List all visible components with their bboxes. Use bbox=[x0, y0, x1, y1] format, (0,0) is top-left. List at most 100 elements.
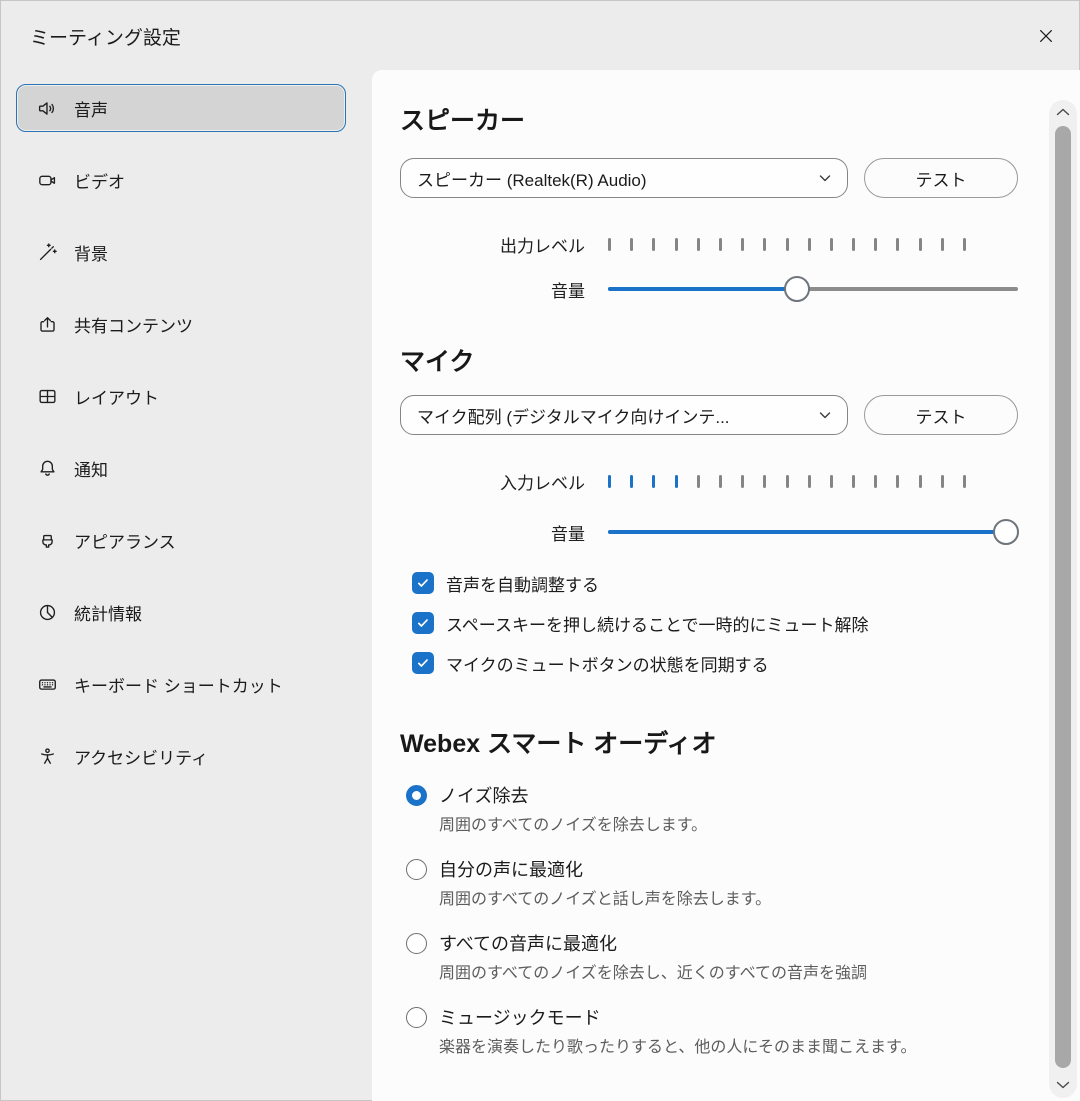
level-tick bbox=[675, 238, 678, 251]
mic-option-checkbox-row[interactable]: マイクのミュートボタンの状態を同期する bbox=[412, 649, 1080, 677]
sidebar-item-audio[interactable]: 音声 bbox=[16, 84, 346, 132]
sidebar-item-layout[interactable]: レイアウト bbox=[16, 372, 346, 420]
radio-row[interactable]: 自分の声に最適化 bbox=[406, 853, 1080, 885]
speaker-volume-label: 音量 bbox=[400, 277, 585, 302]
speaker-device-select[interactable]: スピーカー (Realtek(R) Audio) bbox=[400, 158, 848, 198]
sidebar: 音声ビデオ背景共有コンテンツレイアウト通知アピアランス統計情報キーボード ショー… bbox=[16, 84, 346, 780]
chevron-down-icon bbox=[1055, 1080, 1071, 1090]
speaker-device-row: スピーカー (Realtek(R) Audio) テスト bbox=[400, 158, 1080, 198]
share-icon bbox=[36, 313, 58, 335]
mic-test-button[interactable]: テスト bbox=[864, 395, 1018, 435]
scroll-up-button[interactable] bbox=[1049, 107, 1077, 117]
level-tick bbox=[896, 238, 899, 251]
radio-label: ミュージックモード bbox=[439, 1004, 601, 1030]
speaker-test-button[interactable]: テスト bbox=[864, 158, 1018, 198]
mic-device-select[interactable]: マイク配列 (デジタルマイク向けインテ... bbox=[400, 395, 848, 435]
radio-selected[interactable] bbox=[406, 785, 427, 806]
output-level-meter bbox=[608, 238, 966, 251]
level-tick bbox=[941, 475, 944, 488]
sidebar-item-background[interactable]: 背景 bbox=[16, 228, 346, 276]
checkbox-checked[interactable] bbox=[412, 652, 434, 674]
level-tick bbox=[652, 238, 655, 251]
level-tick bbox=[719, 475, 722, 488]
level-tick bbox=[697, 238, 700, 251]
level-tick bbox=[741, 238, 744, 251]
sidebar-item-keyboard-shortcuts[interactable]: キーボード ショートカット bbox=[16, 660, 346, 708]
sidebar-item-label: 通知 bbox=[74, 456, 108, 481]
close-icon bbox=[1036, 26, 1056, 46]
camera-icon bbox=[36, 169, 58, 191]
mic-volume-handle[interactable] bbox=[993, 519, 1019, 545]
level-tick bbox=[630, 238, 633, 251]
sidebar-item-accessibility[interactable]: アクセシビリティ bbox=[16, 732, 346, 780]
sidebar-item-label: 音声 bbox=[74, 96, 108, 121]
level-tick bbox=[852, 475, 855, 488]
level-tick bbox=[786, 475, 789, 488]
level-tick bbox=[697, 475, 700, 488]
smart-audio-option: 自分の声に最適化周囲のすべてのノイズと話し声を除去します。 bbox=[406, 853, 1080, 913]
smart-audio-option: ノイズ除去周囲のすべてのノイズを除去します。 bbox=[406, 779, 1080, 839]
level-tick bbox=[808, 238, 811, 251]
level-tick bbox=[808, 475, 811, 488]
dialog-title: ミーティング設定 bbox=[30, 23, 181, 50]
mic-option-checkbox-row[interactable]: スペースキーを押し続けることで一時的にミュート解除 bbox=[412, 609, 1080, 637]
input-level-meter bbox=[608, 475, 966, 488]
level-tick bbox=[675, 475, 678, 488]
sidebar-item-appearance[interactable]: アピアランス bbox=[16, 516, 346, 564]
radio-row[interactable]: ノイズ除去 bbox=[406, 779, 1080, 811]
level-tick bbox=[941, 238, 944, 251]
level-tick bbox=[919, 238, 922, 251]
mic-volume-label: 音量 bbox=[400, 520, 585, 545]
paintbrush-icon bbox=[36, 529, 58, 551]
level-tick bbox=[896, 475, 899, 488]
checkbox-checked[interactable] bbox=[412, 612, 434, 634]
level-tick bbox=[874, 238, 877, 251]
speaker-volume-row: 音量 bbox=[400, 276, 1080, 302]
radio-description: 周囲のすべてのノイズを除去します。 bbox=[439, 813, 1080, 839]
speaker-heading: スピーカー bbox=[400, 104, 1080, 138]
radio-description: 周囲のすべてのノイズと話し声を除去します。 bbox=[439, 887, 1080, 913]
output-level-label: 出力レベル bbox=[400, 232, 585, 257]
sidebar-item-label: 統計情報 bbox=[74, 600, 142, 625]
sidebar-item-statistics[interactable]: 統計情報 bbox=[16, 588, 346, 636]
level-tick bbox=[608, 475, 611, 488]
radio-unselected[interactable] bbox=[406, 1007, 427, 1028]
radio-description: 周囲のすべてのノイズを除去し、近くのすべての音声を強調 bbox=[439, 961, 1080, 987]
checkbox-checked[interactable] bbox=[412, 572, 434, 594]
close-button[interactable] bbox=[1030, 20, 1062, 52]
radio-row[interactable]: ミュージックモード bbox=[406, 1001, 1080, 1033]
mic-volume-slider[interactable] bbox=[608, 519, 1018, 545]
speaker-volume-handle[interactable] bbox=[784, 276, 810, 302]
input-level-label: 入力レベル bbox=[400, 469, 585, 494]
audio-settings-panel: スピーカー スピーカー (Realtek(R) Audio) テスト 出力レベル… bbox=[372, 70, 1080, 1101]
checkbox-label: マイクのミュートボタンの状態を同期する bbox=[446, 651, 769, 676]
mic-option-checkbox-row[interactable]: 音声を自動調整する bbox=[412, 569, 1080, 597]
radio-unselected[interactable] bbox=[406, 933, 427, 954]
scrollbar-thumb[interactable] bbox=[1055, 126, 1071, 1068]
radio-unselected[interactable] bbox=[406, 859, 427, 880]
sidebar-item-label: ビデオ bbox=[74, 168, 125, 193]
level-tick bbox=[919, 475, 922, 488]
speaker-volume-slider[interactable] bbox=[608, 276, 1018, 302]
level-tick bbox=[874, 475, 877, 488]
sidebar-item-notifications[interactable]: 通知 bbox=[16, 444, 346, 492]
sidebar-item-shared-content[interactable]: 共有コンテンツ bbox=[16, 300, 346, 348]
scroll-down-button[interactable] bbox=[1049, 1080, 1077, 1090]
mic-heading: マイク bbox=[400, 345, 1080, 379]
speaker-icon bbox=[36, 97, 58, 119]
level-tick bbox=[830, 238, 833, 251]
slider-fill bbox=[608, 530, 1006, 534]
slider-fill bbox=[608, 287, 797, 291]
mic-device-value: マイク配列 (デジタルマイク向けインテ... bbox=[417, 403, 730, 428]
radio-label: 自分の声に最適化 bbox=[439, 856, 583, 882]
radio-label: ノイズ除去 bbox=[439, 782, 528, 808]
bell-icon bbox=[36, 457, 58, 479]
scrollbar[interactable] bbox=[1049, 100, 1077, 1098]
radio-row[interactable]: すべての音声に最適化 bbox=[406, 927, 1080, 959]
mic-input-level-row: 入力レベル bbox=[400, 471, 1080, 491]
magic-wand-icon bbox=[36, 241, 58, 263]
level-tick bbox=[963, 475, 966, 488]
sidebar-item-label: レイアウト bbox=[74, 384, 159, 409]
sidebar-item-video[interactable]: ビデオ bbox=[16, 156, 346, 204]
level-tick bbox=[786, 238, 789, 251]
